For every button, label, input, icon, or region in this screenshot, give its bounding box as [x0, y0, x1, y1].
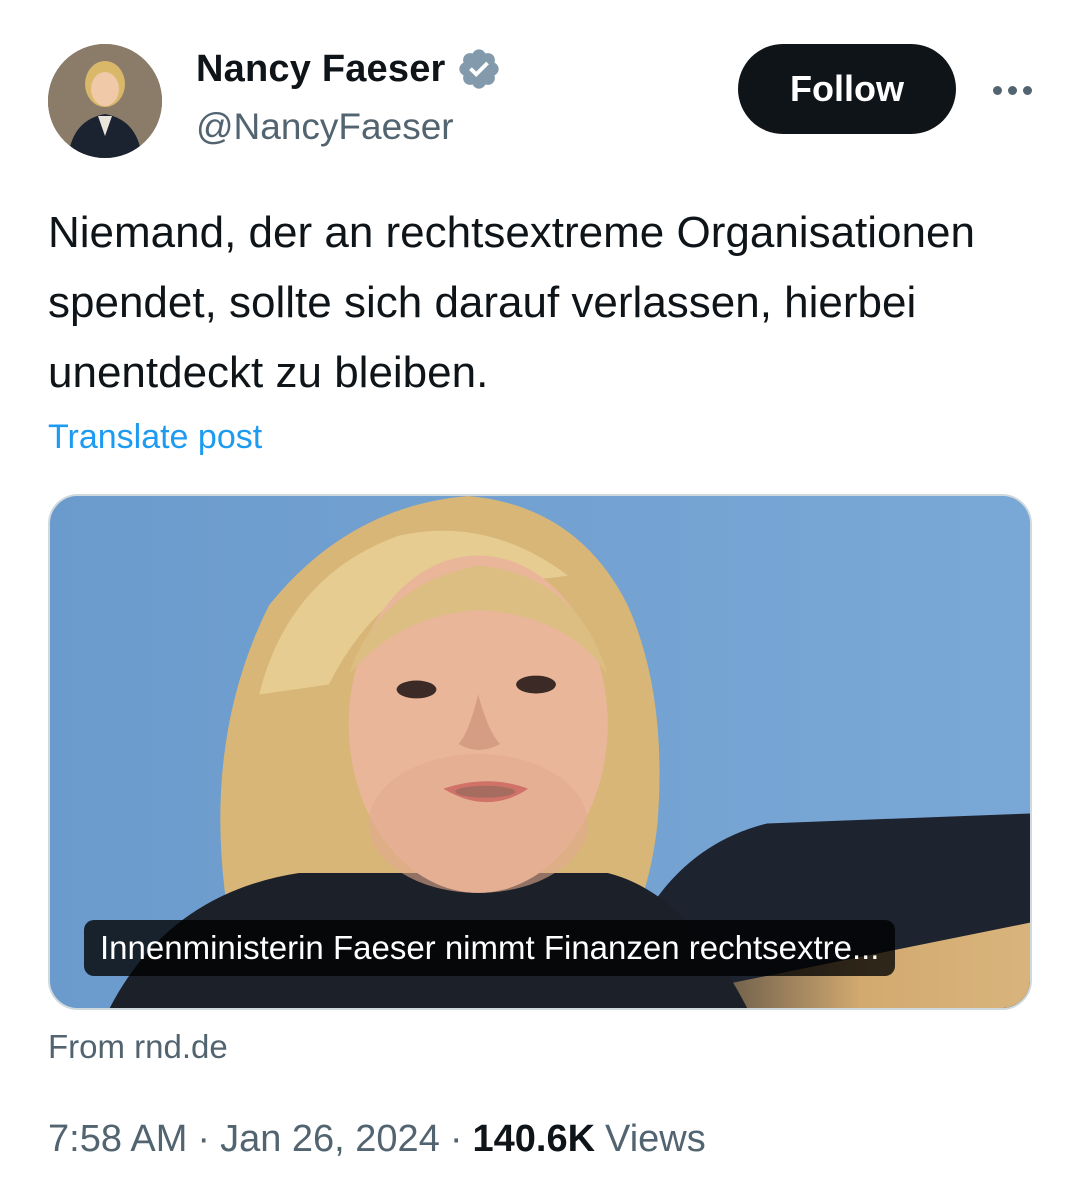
tweet: Nancy Faeser @NancyFaeser Follow Niemand…: [0, 0, 1080, 1194]
follow-button[interactable]: Follow: [738, 44, 956, 134]
author-name[interactable]: Nancy Faeser: [196, 48, 446, 91]
author-row: Nancy Faeser: [196, 46, 502, 92]
card-source[interactable]: From rnd.de: [48, 1028, 228, 1066]
card-headline: Innenministerin Faeser nimmt Finanzen re…: [84, 920, 896, 976]
more-options-icon[interactable]: [982, 70, 1042, 110]
views-label: Views: [605, 1118, 706, 1160]
meta-separator: ·: [197, 1118, 211, 1160]
post-date[interactable]: Jan 26, 2024: [220, 1118, 440, 1161]
tweet-meta: 7:58 AM · Jan 26, 2024 · 140.6K Views: [48, 1118, 706, 1161]
avatar[interactable]: [48, 44, 162, 158]
verified-badge-icon: [458, 49, 499, 89]
link-card[interactable]: Innenministerin Faeser nimmt Finanzen re…: [48, 494, 1032, 1010]
translate-post-link[interactable]: Translate post: [48, 418, 262, 457]
tweet-text: Niemand, der an rechtsextreme Organisati…: [48, 208, 975, 397]
author-handle[interactable]: @NancyFaeser: [196, 106, 454, 148]
views-count: 140.6K: [472, 1118, 596, 1160]
post-time[interactable]: 7:58 AM: [48, 1118, 187, 1161]
meta-separator: ·: [449, 1118, 463, 1160]
avatar-image: [48, 44, 162, 158]
